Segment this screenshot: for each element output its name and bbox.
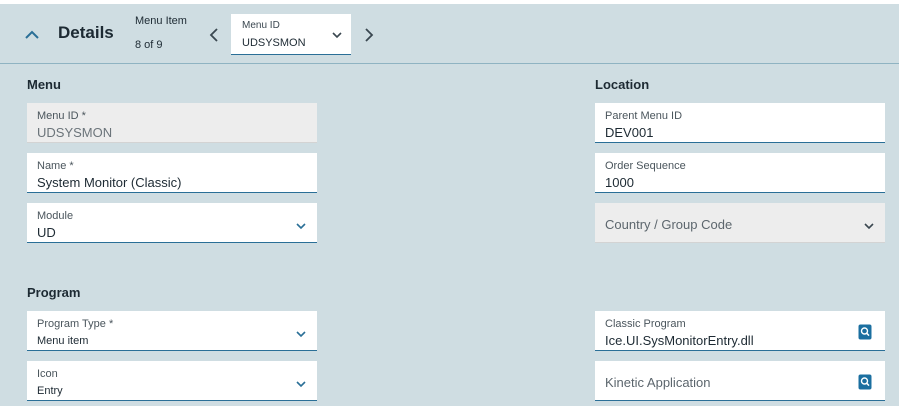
menu-id-label: Menu ID * xyxy=(37,110,86,122)
order-sequence-label: Order Sequence xyxy=(605,160,686,172)
menu-id-select-label: Menu ID xyxy=(242,20,280,31)
icon-label: Icon xyxy=(37,368,58,380)
module-select[interactable]: Module UD xyxy=(27,203,317,243)
nav-item-count: 8 of 9 xyxy=(135,39,163,51)
chevron-down-icon xyxy=(296,381,306,388)
icon-value: Entry xyxy=(37,385,63,397)
details-header: Details Menu Item 8 of 9 Menu ID UDSYSMO… xyxy=(0,4,899,64)
classic-program-field[interactable]: Classic Program Ice.UI.SysMonitorEntry.d… xyxy=(595,311,885,351)
parent-menu-id-field[interactable]: Parent Menu ID DEV001 xyxy=(595,103,885,143)
country-group-code-select[interactable]: Country / Group Code xyxy=(595,203,885,243)
classic-program-label: Classic Program xyxy=(605,318,686,330)
nav-item-label: Menu Item xyxy=(135,15,187,27)
parent-menu-id-value: DEV001 xyxy=(605,125,654,140)
program-section-title: Program xyxy=(27,285,81,300)
search-icon[interactable] xyxy=(858,374,872,390)
chevron-up-icon xyxy=(25,30,39,39)
program-type-value: Menu item xyxy=(37,335,89,347)
menu-section-title: Menu xyxy=(27,77,61,92)
chevron-left-icon xyxy=(209,28,218,42)
program-type-select[interactable]: Program Type * Menu item xyxy=(27,311,317,351)
order-sequence-field[interactable]: Order Sequence 1000 xyxy=(595,153,885,193)
chevron-down-icon xyxy=(864,223,874,230)
next-record-button[interactable] xyxy=(361,26,377,44)
chevron-down-icon xyxy=(296,331,306,338)
kinetic-application-field[interactable]: Kinetic Application xyxy=(595,361,885,401)
name-field[interactable]: Name * System Monitor (Classic) xyxy=(27,153,317,193)
name-value: System Monitor (Classic) xyxy=(37,175,182,190)
module-value: UD xyxy=(37,225,56,240)
classic-program-value: Ice.UI.SysMonitorEntry.dll xyxy=(605,333,754,348)
menu-id-select-value: UDSYSMON xyxy=(242,37,306,49)
menu-id-field[interactable]: Menu ID * UDSYSMON xyxy=(27,103,317,143)
chevron-down-icon xyxy=(296,223,306,230)
menu-id-value: UDSYSMON xyxy=(37,125,113,140)
name-label: Name * xyxy=(37,160,74,172)
chevron-right-icon xyxy=(365,28,374,42)
kinetic-application-placeholder: Kinetic Application xyxy=(605,375,711,390)
country-group-code-placeholder: Country / Group Code xyxy=(605,217,733,232)
order-sequence-value: 1000 xyxy=(605,175,634,190)
module-label: Module xyxy=(37,210,74,222)
search-icon[interactable] xyxy=(858,324,872,340)
previous-record-button[interactable] xyxy=(206,26,222,44)
icon-select[interactable]: Icon Entry xyxy=(27,361,317,401)
collapse-button[interactable] xyxy=(22,26,42,44)
details-title: Details xyxy=(58,23,114,42)
program-type-label: Program Type * xyxy=(37,318,114,330)
parent-menu-id-label: Parent Menu ID xyxy=(605,110,683,122)
chevron-down-icon xyxy=(332,32,342,39)
menu-id-select[interactable]: Menu ID UDSYSMON xyxy=(231,14,351,55)
location-section-title: Location xyxy=(595,77,650,92)
